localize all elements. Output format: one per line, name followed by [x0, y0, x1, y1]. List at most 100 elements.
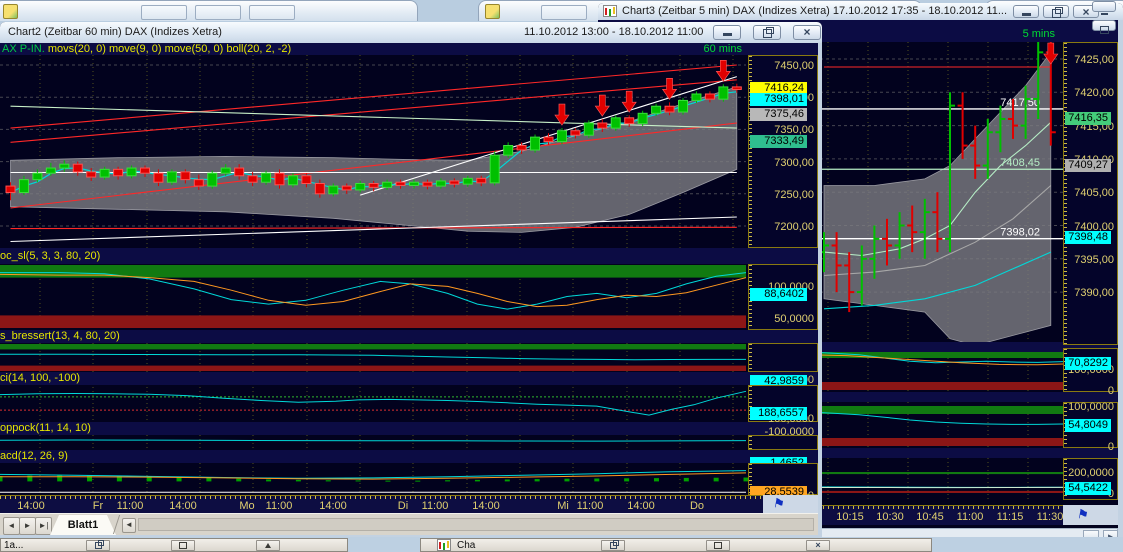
indicator-label: ci(14, 100, -100) — [0, 372, 818, 385]
chart3-plot[interactable]: 7417,50 7408,45 7398,02 — [807, 39, 1064, 500]
price-box: 7398,01 — [750, 93, 807, 107]
minimize-button[interactable] — [1092, 1, 1116, 15]
maximize-icon — [714, 542, 722, 549]
minimized-window-2[interactable]: Cha — [420, 538, 932, 552]
maximize-button[interactable] — [706, 540, 730, 551]
background-button[interactable] — [249, 5, 295, 20]
price-tick-label: 7395,00 — [1074, 253, 1114, 266]
chart2-titlebar[interactable]: Chart2 (Zeitbar 60 min) DAX (Indizes Xet… — [0, 22, 822, 44]
window-bottom-border — [0, 535, 822, 537]
chart3-price-scale[interactable]: 7425,007420,007415,007410,007405,007400,… — [1063, 42, 1118, 345]
tab-prev-button[interactable]: ► — [19, 517, 36, 535]
sheet-tab[interactable]: Blatt1 — [50, 515, 116, 535]
price-tick-label: 7390,00 — [1074, 287, 1114, 300]
scale-ticks — [749, 436, 752, 449]
indicator-label: acd(12, 26, 9) — [0, 450, 818, 463]
time-label: 11:00 — [576, 500, 604, 512]
chart2-time-axis[interactable]: 14:00 Fr 11:00 14:00 Mo 11:00 14:00 Di 11:00 14:0… — [0, 495, 763, 513]
minimized-window-1[interactable]: 1a... — [0, 538, 348, 552]
indicator-scale[interactable]: 100,0000-100,0000188,6557 — [748, 385, 818, 438]
time-label: 14:00 — [169, 500, 197, 512]
price-box: 7333,49 — [750, 135, 807, 149]
restore-icon — [1051, 7, 1063, 18]
chart3-titlebar[interactable]: Chart3 (Zeitbar 5 min) DAX (Indizes Xetr… — [598, 3, 1123, 21]
time-label: 14:00 — [17, 500, 45, 512]
time-label: 10:45 — [916, 511, 944, 523]
maximize-button[interactable] — [1092, 20, 1116, 34]
price-box: 7409,27 — [1065, 158, 1111, 172]
scroll-to-end-icon[interactable] — [772, 495, 786, 513]
background-window-a[interactable] — [0, 0, 418, 21]
restore-button[interactable] — [601, 540, 625, 551]
tab-last-button[interactable]: ►| — [35, 517, 52, 535]
chart3-title: Chart3 (Zeitbar 5 min) DAX (Indizes Xetr… — [622, 5, 1008, 17]
minimize-icon — [722, 33, 732, 36]
tab-first-button[interactable]: ◄ — [3, 517, 20, 535]
indicator-label: oc_sl(5, 3, 3, 80, 20) — [0, 248, 818, 264]
background-button[interactable] — [195, 5, 241, 20]
chart2-title: Chart2 (Zeitbar 60 min) DAX (Indizes Xet… — [8, 26, 222, 38]
indicator-value-box: 188,6557 — [750, 407, 807, 421]
scale-ticks — [749, 344, 752, 371]
minimize-icon — [1021, 13, 1031, 16]
symbol-label: AX P-IN. — [2, 43, 45, 55]
background-button[interactable] — [141, 5, 187, 20]
time-label: Do — [689, 500, 705, 512]
indicator-label: oppock(11, 14, 10) — [0, 422, 818, 435]
price-tick-label: 7425,00 — [1074, 54, 1114, 66]
indicator-scale[interactable]: 200,0000054,5422 — [1063, 458, 1118, 500]
price-tick-label: 7450,00 — [774, 60, 814, 72]
price-tick-label: 7420,00 — [1074, 87, 1114, 100]
time-label: 11:00 — [421, 500, 449, 512]
chart3-time-axis[interactable]: 010:1510:3010:4511:0011:1511:30 — [808, 505, 1063, 525]
indicator-scale[interactable]: 50,000042,9859 — [748, 343, 818, 389]
scroll-to-end-icon[interactable] — [1076, 506, 1090, 524]
chart-window-icon — [603, 5, 617, 17]
close-button[interactable] — [793, 25, 821, 40]
indicator-scale[interactable]: 100,0000 0 70,8292 — [1063, 348, 1118, 397]
chart2-body: AX P-IN. movs(20, 0) move(9, 0) move(50,… — [0, 43, 822, 537]
indicator-scale[interactable]: 20,0000-20,000028,5539 — [748, 463, 818, 517]
maximize-icon — [179, 542, 187, 549]
indicator-value-box: 70,8292 — [1065, 356, 1111, 370]
indicator-value-box: 88,6402 — [750, 288, 807, 302]
close-icon — [803, 27, 810, 39]
close-button[interactable] — [806, 540, 830, 551]
maximize-icon — [1099, 26, 1109, 34]
indicator-scale[interactable]: 1,4652 — [748, 435, 818, 470]
interval-badge: 5 mins — [1022, 28, 1055, 40]
indicator-value-box: 54,5422 — [1065, 482, 1111, 496]
price-box: 7416,35 — [1065, 111, 1111, 125]
time-label: 11:00 — [265, 500, 293, 512]
restore-button[interactable] — [753, 25, 781, 40]
restore-icon — [94, 540, 104, 549]
restore-button[interactable] — [86, 540, 110, 551]
indicator-label: s_bressert(13, 4, 80, 20) — [0, 330, 818, 343]
caret-up-icon — [265, 543, 271, 548]
window-right-border — [1118, 20, 1123, 548]
scale-ticks — [1064, 43, 1067, 344]
restore-button[interactable] — [1043, 5, 1069, 18]
time-label: 14:00 — [472, 500, 500, 512]
horizontal-scrollbar[interactable] — [138, 518, 814, 531]
chart2-date-range: 11.10.2012 13:00 - 18.10.2012 11:00 — [524, 26, 704, 38]
chart2-price-scale[interactable]: 7450,007400,007350,007300,007250,007200,… — [748, 55, 818, 248]
time-label: 10:15 — [836, 511, 864, 523]
scroll-left-button[interactable]: ◄ — [122, 518, 136, 533]
price-box: 7398,48 — [1065, 230, 1111, 244]
maximize-button[interactable] — [171, 540, 195, 551]
indicator-scale[interactable]: 100,000050,0000088,6402 — [748, 264, 818, 356]
expand-button[interactable] — [256, 540, 280, 551]
minimize-button[interactable] — [713, 25, 741, 40]
price-tick-label: 7405,00 — [1074, 187, 1114, 200]
background-button[interactable] — [541, 5, 587, 20]
axis-ticks — [0, 496, 763, 499]
minimized-window-label: Cha — [457, 540, 476, 551]
price-tick-label: 7250,00 — [774, 188, 814, 201]
chart2-window[interactable]: Chart2 (Zeitbar 60 min) DAX (Indizes Xet… — [0, 22, 822, 537]
indicator-tick-label: 200,0000 — [1068, 467, 1114, 479]
axis-corner — [1063, 505, 1118, 525]
indicator-scale[interactable]: 100,0000 0 54,8049 — [1063, 401, 1118, 453]
minimize-button[interactable] — [1013, 5, 1039, 18]
chart-app-icon — [3, 4, 18, 19]
